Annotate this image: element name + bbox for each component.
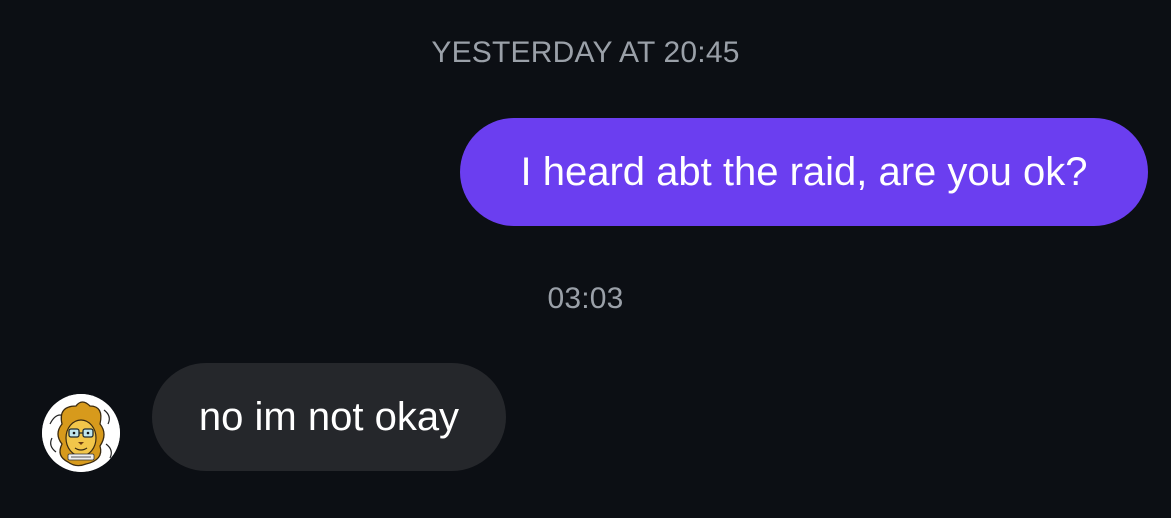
message-text: no im not okay xyxy=(198,394,460,439)
outgoing-message-bubble[interactable]: I heard abt the raid, are you ok? xyxy=(460,118,1148,226)
cartoon-lion-avatar-icon xyxy=(42,394,120,472)
sender-avatar[interactable] xyxy=(42,394,120,472)
incoming-message-bubble[interactable]: no im not okay xyxy=(152,363,506,471)
message-timestamp: 03:03 xyxy=(547,282,624,315)
message-text: I heard abt the raid, are you ok? xyxy=(520,149,1088,194)
message-timestamp: YESTERDAY AT 20:45 xyxy=(431,36,740,69)
